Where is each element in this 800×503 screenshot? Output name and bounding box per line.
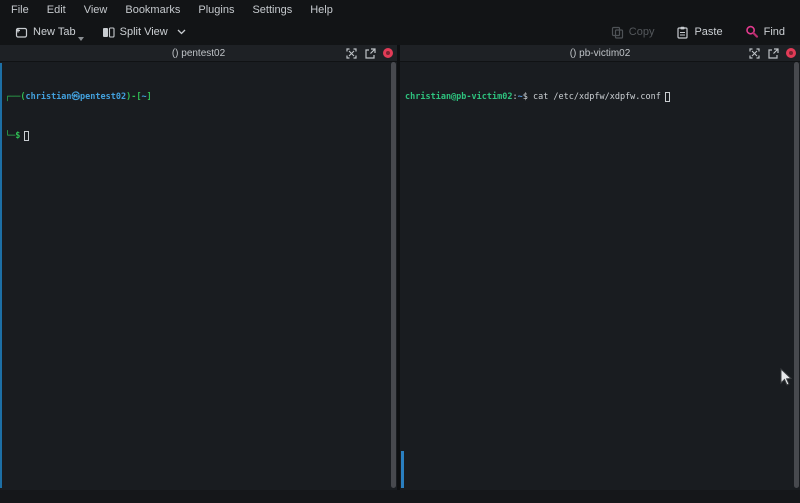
copy-icon <box>611 26 624 39</box>
terminal-cursor <box>24 131 29 141</box>
new-tab-icon <box>15 26 28 39</box>
pane-focus-line <box>0 63 2 488</box>
maximize-view-icon[interactable] <box>749 48 760 59</box>
close-pane-button[interactable] <box>383 48 393 58</box>
menu-bar: File Edit View Bookmarks Plugins Setting… <box>0 0 800 19</box>
toolbar-right-group: Copy Paste Find <box>606 22 790 42</box>
new-tab-label: New Tab <box>33 26 76 38</box>
pane-header-pb-victim02[interactable]: () pb-victim02 <box>400 45 800 62</box>
konsole-window: { "menu": { "items": ["File", "Edit", "V… <box>0 0 800 503</box>
pane-pb-victim02: () pb-victim02 christian@pb-victim02:~$ … <box>400 45 800 490</box>
detach-tab-icon[interactable] <box>364 48 376 59</box>
close-pane-button[interactable] <box>786 48 796 58</box>
pane-accent-line <box>401 451 404 488</box>
menu-view[interactable]: View <box>75 2 117 18</box>
pane-title-pb-victim02: () pb-victim02 <box>570 48 631 59</box>
paste-button[interactable]: Paste <box>671 23 727 42</box>
detach-tab-icon[interactable] <box>767 48 779 59</box>
terminal-pb-victim02[interactable]: christian@pb-victim02:~$ cat /etc/xdpfw/… <box>400 62 800 490</box>
terminal-pentest02[interactable]: ┌──(christian㉿pentest02)-[~] └─$ <box>0 62 397 490</box>
menu-bookmarks[interactable]: Bookmarks <box>116 2 189 18</box>
menu-help[interactable]: Help <box>301 2 342 18</box>
split-view-container: () pentest02 ┌──(christian㉿pentest02)-[~… <box>0 45 800 490</box>
split-view-label: Split View <box>120 26 168 38</box>
command-line: christian@pb-victim02:~$ cat /etc/xdpfw/… <box>405 91 800 104</box>
terminal-cursor <box>665 92 670 102</box>
caret-down-icon <box>78 37 84 41</box>
pane-controls-pb-victim02 <box>749 45 796 61</box>
maximize-view-icon[interactable] <box>346 48 357 59</box>
find-button[interactable]: Find <box>740 22 790 42</box>
pane-controls-pentest02 <box>346 45 393 61</box>
window-bottom-edge <box>0 490 800 503</box>
copy-label: Copy <box>629 26 655 38</box>
menu-edit[interactable]: Edit <box>38 2 75 18</box>
copy-button[interactable]: Copy <box>606 23 660 42</box>
chevron-down-icon <box>177 29 186 35</box>
main-toolbar: New Tab Split View Copy Pa <box>0 19 800 45</box>
new-tab-button[interactable]: New Tab <box>10 23 89 42</box>
menu-settings[interactable]: Settings <box>243 2 301 18</box>
find-icon <box>745 25 759 39</box>
split-view-icon <box>102 26 115 39</box>
prompt-line-2: └─$ <box>5 130 397 143</box>
prompt-line-1: ┌──(christian㉿pentest02)-[~] <box>5 91 397 104</box>
paste-label: Paste <box>694 26 722 38</box>
menu-plugins[interactable]: Plugins <box>189 2 243 18</box>
scrollbar-pentest02[interactable] <box>391 62 396 488</box>
terminal-output-pentest02: ┌──(christian㉿pentest02)-[~] └─$ <box>0 62 397 169</box>
pane-pentest02: () pentest02 ┌──(christian㉿pentest02)-[~… <box>0 45 397 490</box>
paste-icon <box>676 26 689 39</box>
scrollbar-pb-victim02[interactable] <box>794 62 799 488</box>
menu-file[interactable]: File <box>2 2 38 18</box>
split-view-button[interactable]: Split View <box>97 23 191 42</box>
pane-title-pentest02: () pentest02 <box>172 48 225 59</box>
terminal-output-pb-victim02: christian@pb-victim02:~$ cat /etc/xdpfw/… <box>400 62 800 130</box>
pane-header-pentest02[interactable]: () pentest02 <box>0 45 397 62</box>
find-label: Find <box>764 26 785 38</box>
